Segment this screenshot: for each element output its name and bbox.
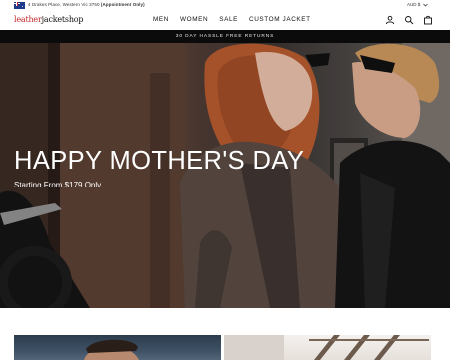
main-nav: MEN WOMEN SALE CUSTOM JACKET (153, 16, 311, 23)
chevron-down-icon (423, 3, 429, 6)
search-icon[interactable] (404, 15, 414, 25)
hero-banner[interactable]: HAPPY MOTHER'S DAY Starting From $179 On… (0, 43, 450, 308)
account-icon[interactable] (385, 15, 395, 25)
promo-text: 30 DAY HASSLE FREE RETURNS (175, 34, 275, 39)
hero-title: HAPPY MOTHER'S DAY (14, 147, 305, 175)
flag-australia-icon (14, 2, 25, 9)
promo-bar: 30 DAY HASSLE FREE RETURNS (0, 30, 450, 43)
site-logo[interactable]: leatherjacketshop (14, 15, 84, 24)
logo-part-jacketshop: jacketshop (41, 15, 84, 24)
collection-tile-women[interactable] (224, 335, 431, 360)
nav-item-custom-jacket[interactable]: CUSTOM JACKET (249, 16, 311, 23)
announcement-bar: 4 Drakes Place, Western Vic 3750 (Appoin… (0, 0, 450, 10)
nav-item-sale[interactable]: SALE (219, 16, 238, 23)
header-actions (385, 15, 433, 25)
site-header: leatherjacketshop MEN WOMEN SALE CUSTOM … (0, 10, 450, 30)
store-address: 4 Drakes Place, Western Vic 3750 (Appoin… (28, 2, 145, 7)
collection-tile-men[interactable] (14, 335, 221, 360)
cart-icon[interactable] (423, 15, 433, 25)
collection-image-men (84, 339, 139, 360)
address-text: 4 Drakes Place, Western Vic 3750 (28, 2, 101, 7)
logo-part-leather: leather (14, 15, 42, 24)
nav-item-men[interactable]: MEN (153, 16, 169, 23)
collection-image-women (224, 335, 429, 360)
nav-item-women[interactable]: WOMEN (180, 16, 208, 23)
hero-subtitle: Starting From $179 Only (14, 181, 102, 187)
address-note: (Appointment Only) (100, 2, 145, 7)
currency-selector[interactable]: AUD $ (407, 2, 429, 7)
currency-label: AUD $ (407, 2, 421, 7)
